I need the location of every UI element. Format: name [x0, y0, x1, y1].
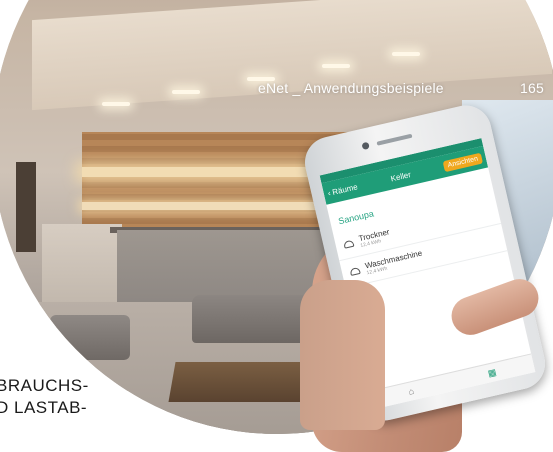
- body-text-line: D LASTAB-: [0, 398, 88, 417]
- device-icon: [349, 266, 361, 276]
- camera-icon: [361, 141, 370, 151]
- views-button[interactable]: Ansichten: [442, 152, 483, 172]
- phone-screen: ‹ Räume Keller Ansichten Sanoupa Trockne…: [319, 138, 536, 410]
- body-text-line: BRAUCHS-: [0, 376, 89, 395]
- back-button[interactable]: ‹ Räume: [327, 182, 359, 198]
- grid-icon[interactable]: ▦: [487, 366, 498, 379]
- back-label: Räume: [331, 181, 359, 197]
- side-cabinet: [42, 224, 122, 314]
- ceiling-light: [322, 64, 350, 68]
- room-title: Keller: [389, 169, 412, 183]
- page-header: eNet _ Anwendungsbeispiele 165: [258, 80, 544, 96]
- armchair: [50, 315, 130, 360]
- ceiling-light: [172, 90, 200, 94]
- page-number: 165: [520, 80, 544, 96]
- speaker-grill: [376, 133, 413, 146]
- chevron-left-icon: ‹: [326, 188, 332, 198]
- page-header-title: eNet _ Anwendungsbeispiele: [258, 80, 444, 96]
- ceiling-light: [392, 52, 420, 56]
- ceiling-light: [102, 102, 130, 106]
- photo-door: [16, 162, 36, 252]
- body-text: BRAUCHS- D LASTAB-: [0, 375, 89, 419]
- device-icon: [343, 239, 355, 249]
- home-icon[interactable]: ⌂: [407, 386, 415, 397]
